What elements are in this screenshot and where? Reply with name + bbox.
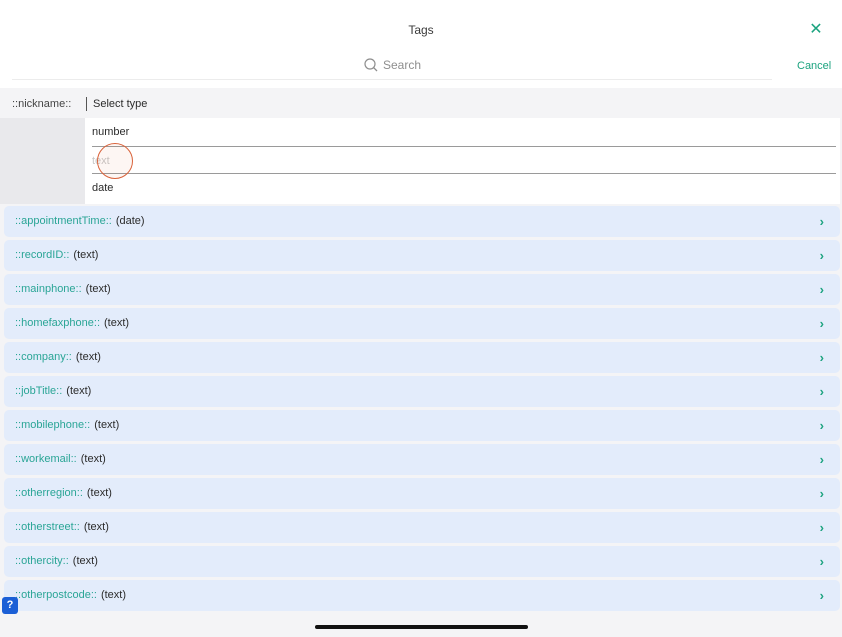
chevron-right-icon: › — [819, 316, 824, 331]
tag-list-item[interactable]: ::workemail:: (text) › — [4, 444, 840, 475]
tag-item-name: ::otherregion:: (text) — [15, 487, 112, 499]
tag-list-item[interactable]: ::otherstreet:: (text) › — [4, 512, 840, 543]
editing-tag-row: ::nickname:: Select type — [0, 93, 842, 117]
tag-list-item[interactable]: ::company:: (text) › — [4, 342, 840, 373]
chevron-right-icon: › — [819, 248, 824, 263]
tag-item-type: (text) — [80, 453, 106, 465]
tag-list-item[interactable]: ::homefaxphone:: (text) › — [4, 308, 840, 339]
chevron-right-icon: › — [819, 554, 824, 569]
chevron-right-icon: › — [819, 384, 824, 399]
tag-item-name: ::company:: (text) — [15, 351, 101, 363]
tag-item-name: ::jobTitle:: (text) — [15, 385, 92, 397]
tag-item-type: (text) — [66, 385, 92, 397]
type-option-date[interactable]: date — [92, 174, 836, 202]
page-title: Tags — [408, 23, 434, 37]
tag-item-type: (text) — [72, 555, 98, 567]
tag-item-type: (text) — [85, 283, 111, 295]
modal-header: Tags ✕ Cancel — [0, 0, 842, 88]
tag-item-name: ::mobilephone:: (text) — [15, 419, 120, 431]
chevron-right-icon: › — [819, 486, 824, 501]
tag-name-label: ::nickname:: — [12, 98, 72, 110]
tag-item-type: (text) — [83, 521, 109, 533]
tag-item-name: ::othercity:: (text) — [15, 555, 98, 567]
tag-list-item[interactable]: ::otherpostcode:: (text) › — [4, 580, 840, 611]
tag-item-name: ::appointmentTime:: (date) — [15, 215, 145, 227]
chevron-right-icon: › — [819, 214, 824, 229]
chevron-right-icon: › — [819, 350, 824, 365]
select-type-label[interactable]: Select type — [93, 98, 147, 110]
picker-spacer — [0, 118, 85, 204]
tag-item-type: (text) — [104, 317, 130, 329]
tag-item-type: (text) — [100, 589, 127, 601]
tag-item-name: ::workemail:: (text) — [15, 453, 106, 465]
close-button[interactable]: ✕ — [806, 20, 826, 40]
tag-list-item[interactable]: ::othercity:: (text) › — [4, 546, 840, 577]
tag-item-name: ::homefaxphone:: (text) — [15, 317, 130, 329]
chevron-right-icon: › — [819, 520, 824, 535]
tag-item-name: ::otherstreet:: (text) — [15, 521, 109, 533]
tag-list-item[interactable]: ::recordID:: (text) › — [4, 240, 840, 271]
chevron-right-icon: › — [819, 282, 824, 297]
search-bar[interactable] — [12, 52, 772, 80]
tag-list-item[interactable]: ::otherregion:: (text) › — [4, 478, 840, 509]
chevron-right-icon: › — [819, 418, 824, 433]
chevron-right-icon: › — [819, 588, 824, 603]
cancel-button[interactable]: Cancel — [797, 60, 831, 72]
tag-item-type: (text) — [75, 351, 101, 363]
tag-item-type: (text) — [94, 419, 120, 431]
search-icon — [364, 58, 378, 72]
tag-item-name: ::mainphone:: (text) — [15, 283, 111, 295]
tag-item-type: (text) — [86, 487, 112, 499]
chevron-right-icon: › — [819, 452, 824, 467]
home-indicator — [315, 625, 528, 629]
tag-item-type: (date) — [115, 215, 145, 227]
tag-item-name: ::otherpostcode:: (text) — [15, 589, 127, 601]
type-picker[interactable]: number text date — [85, 118, 840, 204]
tag-list-item[interactable]: ::mobilephone:: (text) › — [4, 410, 840, 441]
tag-item-type: (text) — [73, 249, 99, 261]
search-input[interactable] — [383, 58, 473, 72]
text-cursor — [86, 97, 87, 111]
help-icon[interactable]: ? — [2, 597, 18, 614]
tag-list-item[interactable]: ::appointmentTime:: (date) › — [4, 206, 840, 237]
tag-list-item[interactable]: ::mainphone:: (text) › — [4, 274, 840, 305]
tag-list-item[interactable]: ::jobTitle:: (text) › — [4, 376, 840, 407]
tag-item-name: ::recordID:: (text) — [15, 249, 99, 261]
type-option-number[interactable]: number — [92, 118, 836, 146]
type-option-text[interactable]: text — [92, 146, 836, 174]
